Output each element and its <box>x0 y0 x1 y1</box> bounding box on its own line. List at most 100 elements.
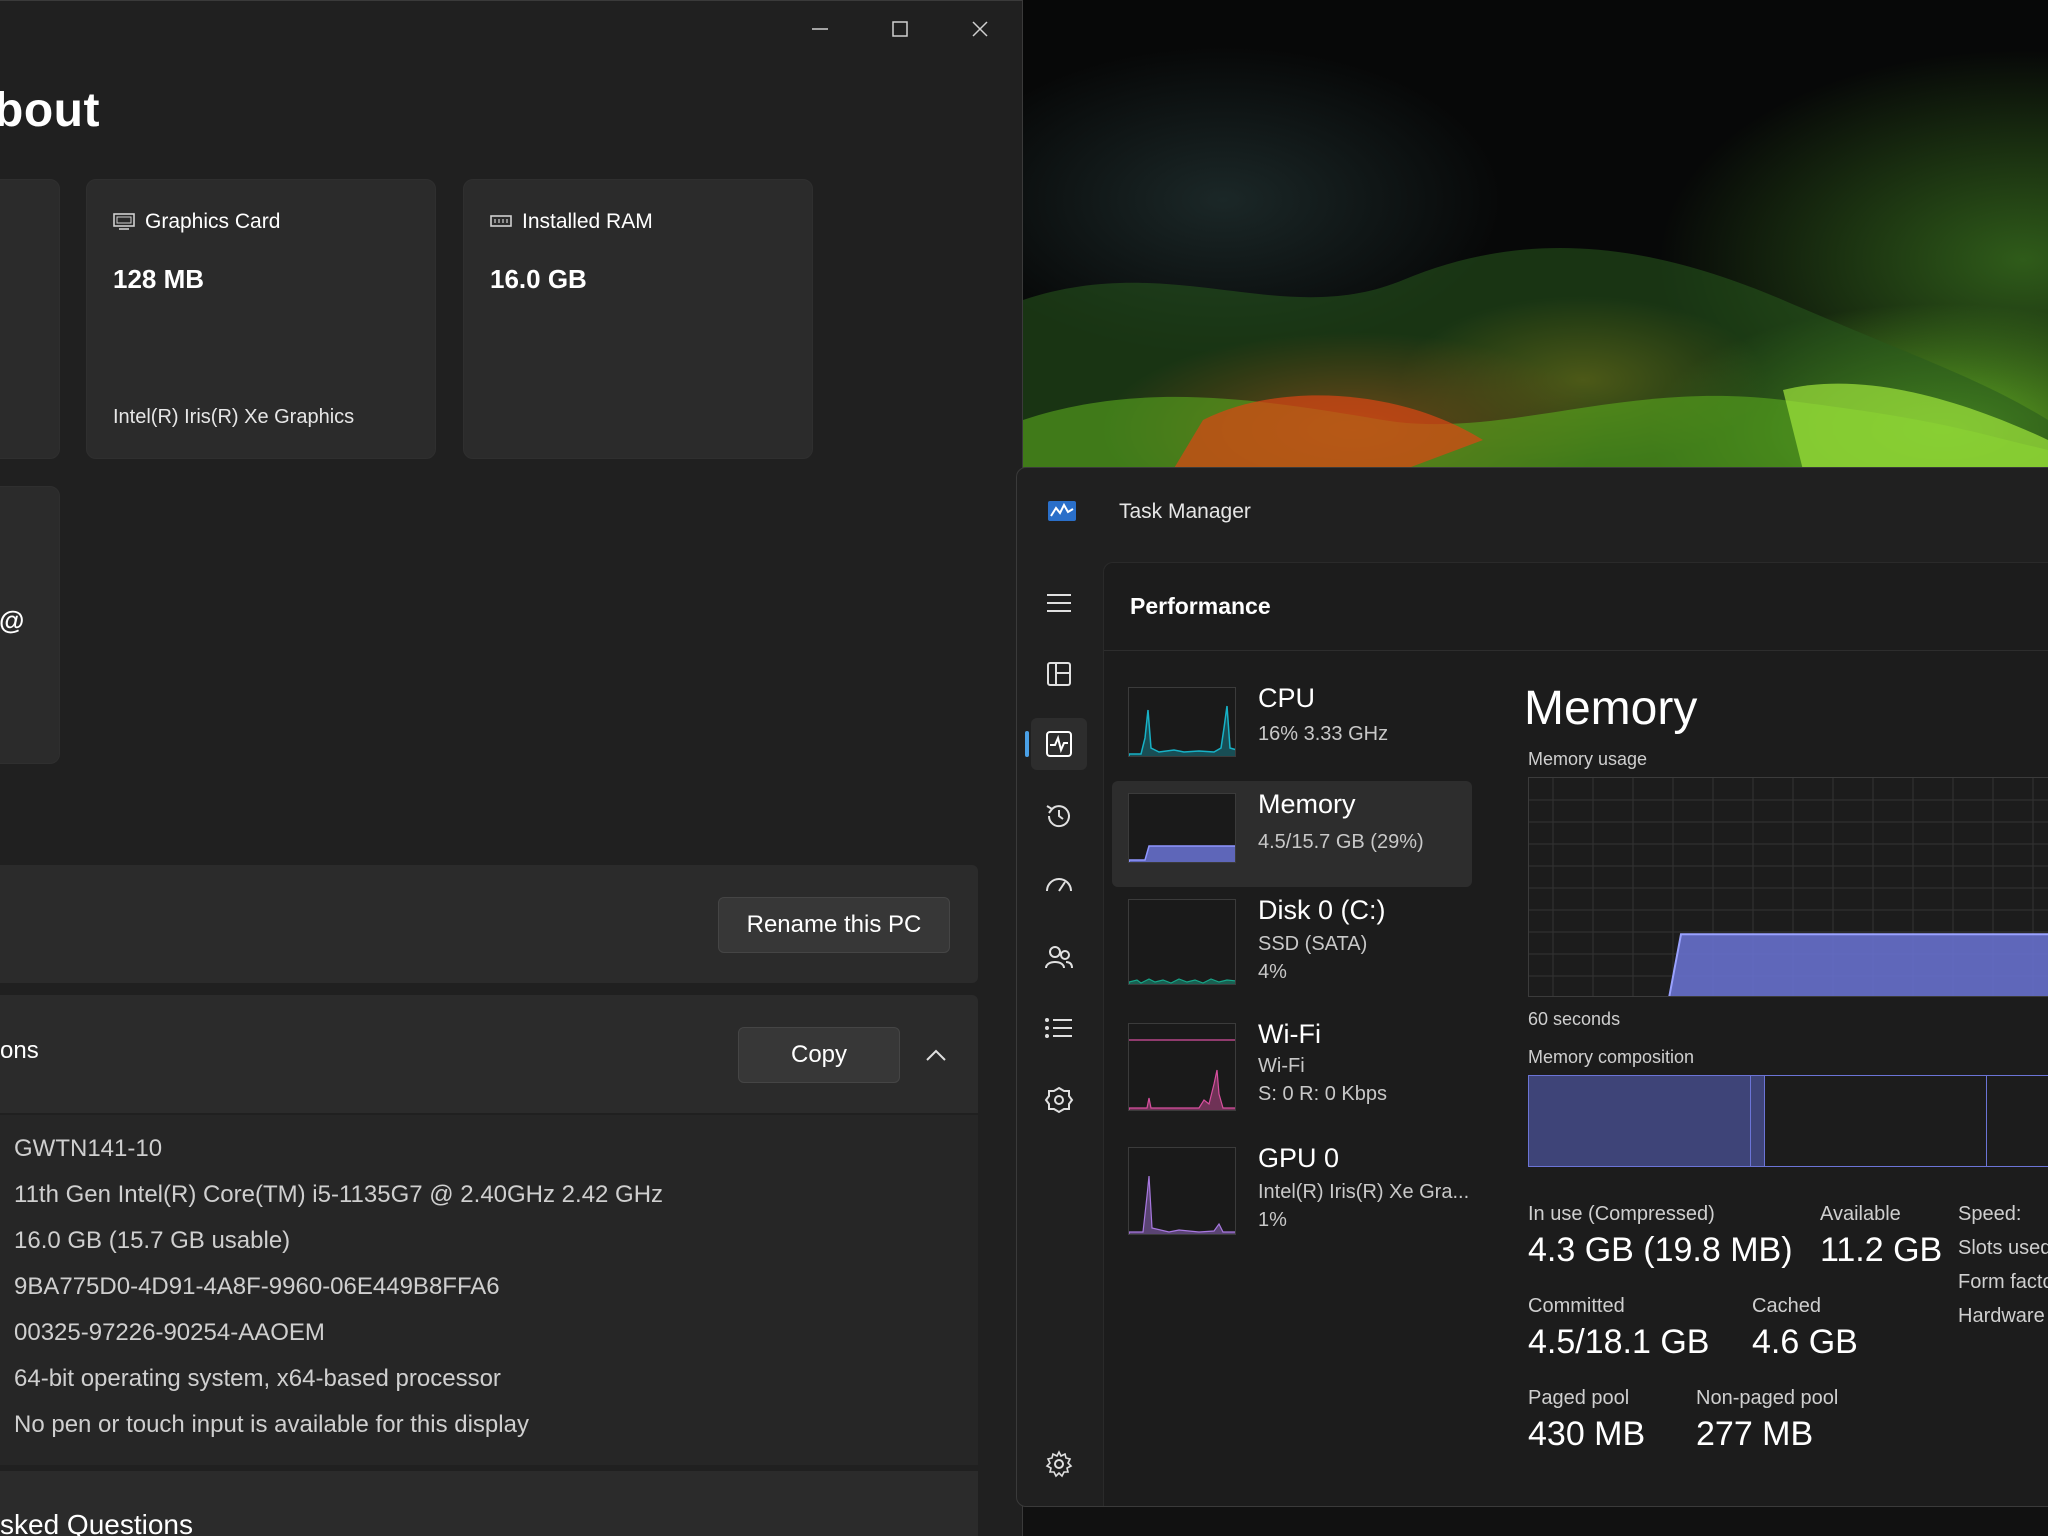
stat-available-value: 11.2 GB <box>1820 1231 1943 1269</box>
resource-name: Disk 0 (C:) <box>1258 895 1386 925</box>
graphics-card-tile: Graphics Card 128 MB Intel(R) Iris(R) Xe… <box>86 179 436 459</box>
resource-stat-2: 4% <box>1258 961 1287 983</box>
composition-in-use <box>1529 1076 1751 1166</box>
rename-pc-button[interactable]: Rename this PC <box>718 897 950 953</box>
startup-gauge-icon <box>1046 878 1072 892</box>
copy-button[interactable]: Copy <box>738 1027 900 1083</box>
collapse-button[interactable] <box>916 1035 956 1075</box>
resource-item-disk[interactable]: Disk 0 (C:) SSD (SATA) 4% <box>1112 887 1472 993</box>
resource-name: CPU <box>1258 683 1316 713</box>
stat-speed-label: Speed: <box>1958 1203 2022 1225</box>
services-puzzle-icon <box>1044 1086 1074 1114</box>
performance-icon <box>1046 731 1072 757</box>
wifi-thumbnail-graph <box>1128 1023 1236 1111</box>
resource-stat: SSD (SATA) <box>1258 933 1368 955</box>
window-title: Task Manager <box>1119 500 1251 523</box>
stat-nonpaged-label: Non-paged pool <box>1696 1387 1839 1409</box>
nav-services[interactable] <box>1039 1080 1079 1120</box>
spec-ram: 16.0 GB (15.7 GB usable) <box>14 1227 291 1254</box>
spec-product-id: 00325-97226-90254-AAOEM <box>14 1319 325 1346</box>
device-specs-header[interactable]: ons Copy <box>0 995 978 1113</box>
resource-stat: Intel(R) Iris(R) Xe Gra... <box>1258 1181 1470 1203</box>
device-name-panel: Rename this PC <box>0 865 978 983</box>
time-span-label: 60 seconds <box>1528 1009 1621 1029</box>
memory-usage-label: Memory usage <box>1528 749 1648 769</box>
stat-cached-value: 4.6 GB <box>1752 1323 1858 1361</box>
details-list-icon <box>1045 1018 1072 1038</box>
installed-ram-tile: Installed RAM 16.0 GB <box>463 179 813 459</box>
monitor-icon <box>113 213 135 230</box>
card-title: Graphics Card <box>113 210 280 234</box>
section-label: ons <box>0 1037 39 1064</box>
detail-title: Memory <box>1524 682 1698 735</box>
stat-committed-label: Committed <box>1528 1295 1625 1317</box>
spec-processor: 11th Gen Intel(R) Core(TM) i5-1135G7 @ 2… <box>14 1181 664 1208</box>
hamburger-menu-button[interactable] <box>1039 583 1079 623</box>
stat-in-use-label: In use (Compressed) <box>1528 1203 1715 1225</box>
nav-settings[interactable] <box>1039 1444 1079 1484</box>
card-title: Installed RAM <box>490 210 653 234</box>
nav-performance[interactable] <box>1031 718 1087 770</box>
stat-nonpaged-value: 277 MB <box>1696 1415 1814 1453</box>
faq-label: sked Questions <box>0 1509 193 1536</box>
maximize-button[interactable] <box>870 13 930 45</box>
resource-item-cpu[interactable]: CPU 16% 3.33 GHz <box>1112 675 1472 781</box>
card-subtitle: Intel(R) Iris(R) Xe Graphics <box>113 406 355 428</box>
resource-item-memory[interactable]: Memory 4.5/15.7 GB (29%) <box>1112 781 1472 887</box>
nav-startup-apps[interactable] <box>1039 866 1079 906</box>
stat-paged-label: Paged pool <box>1528 1387 1630 1409</box>
performance-page: Performance CPU 16% 3.33 GHz Memory 4.5/… <box>1103 562 2048 1506</box>
cpu-thumbnail-graph <box>1128 687 1236 757</box>
resource-name: GPU 0 <box>1258 1143 1340 1173</box>
nav-details[interactable] <box>1039 1008 1079 1048</box>
memory-usage-area <box>1668 933 2048 996</box>
nav-processes[interactable] <box>1039 654 1079 694</box>
spec-device-id: 9BA775D0-4D91-4A8F-9960-06E449B8FFA6 <box>14 1273 500 1300</box>
stat-form-factor-label: Form facto <box>1958 1271 2048 1293</box>
nav-app-history[interactable] <box>1039 796 1079 836</box>
resource-item-gpu[interactable]: GPU 0 Intel(R) Iris(R) Xe Gra... 1% <box>1112 1135 1472 1241</box>
spec-system-type: 64-bit operating system, x64-based proce… <box>14 1365 501 1392</box>
minimize-icon <box>812 28 828 30</box>
card-value: 16.0 GB <box>490 264 587 294</box>
chevron-up-icon <box>926 1049 946 1061</box>
close-button[interactable] <box>950 13 1010 45</box>
users-icon <box>1045 946 1073 969</box>
memory-chip-icon <box>490 215 512 227</box>
spec-card-partial: @ <box>0 486 60 764</box>
task-manager-app-icon <box>1047 498 1077 524</box>
resource-item-wifi[interactable]: Wi-Fi Wi-Fi S: 0 R: 0 Kbps <box>1112 1011 1472 1117</box>
close-icon <box>972 21 988 37</box>
minimize-button[interactable] <box>790 13 850 45</box>
spec-device-name: GWTN141-10 <box>14 1135 163 1162</box>
memory-composition-label: Memory composition <box>1528 1047 1695 1067</box>
card-title-text: Graphics Card <box>145 210 281 233</box>
composition-modified <box>1751 1076 1765 1166</box>
usage-gridlines <box>1529 778 2048 996</box>
maximize-icon <box>892 21 908 37</box>
resource-stat: 4.5/15.7 GB (29%) <box>1258 831 1424 853</box>
page-title: Performance <box>1130 593 1271 619</box>
task-manager-window: Task Manager Performance CPU 16% 3.33 GH… <box>1016 467 2048 1507</box>
stat-committed-value: 4.5/18.1 GB <box>1528 1323 1710 1361</box>
wallpaper-smoke <box>1023 247 2048 470</box>
nav-users[interactable] <box>1039 938 1079 978</box>
faq-panel[interactable]: sked Questions <box>0 1471 978 1536</box>
card-value: 128 MB <box>113 264 205 294</box>
resource-stat: Wi-Fi <box>1258 1055 1305 1077</box>
stat-hardware-label: Hardware <box>1958 1305 2045 1327</box>
resource-stat-2: 1% <box>1258 1209 1287 1231</box>
spec-card-partial <box>0 179 60 459</box>
settings-gear-icon <box>1045 1450 1073 1478</box>
settings-window: bout @ Graphics Card 128 MB Intel(R) Iri… <box>0 0 1023 1536</box>
spec-pen-touch: No pen or touch input is available for t… <box>14 1411 529 1438</box>
history-icon <box>1046 805 1070 828</box>
stat-paged-value: 430 MB <box>1528 1415 1646 1453</box>
disk-thumbnail-graph <box>1128 899 1236 985</box>
card-value-fragment: @ <box>0 605 25 635</box>
memory-thumbnail-graph <box>1128 793 1236 863</box>
resource-stat-2: S: 0 R: 0 Kbps <box>1258 1083 1387 1105</box>
nav-selection-indicator <box>1025 731 1029 757</box>
memory-composition-bar <box>1528 1075 2048 1167</box>
processes-icon <box>1047 662 1071 686</box>
